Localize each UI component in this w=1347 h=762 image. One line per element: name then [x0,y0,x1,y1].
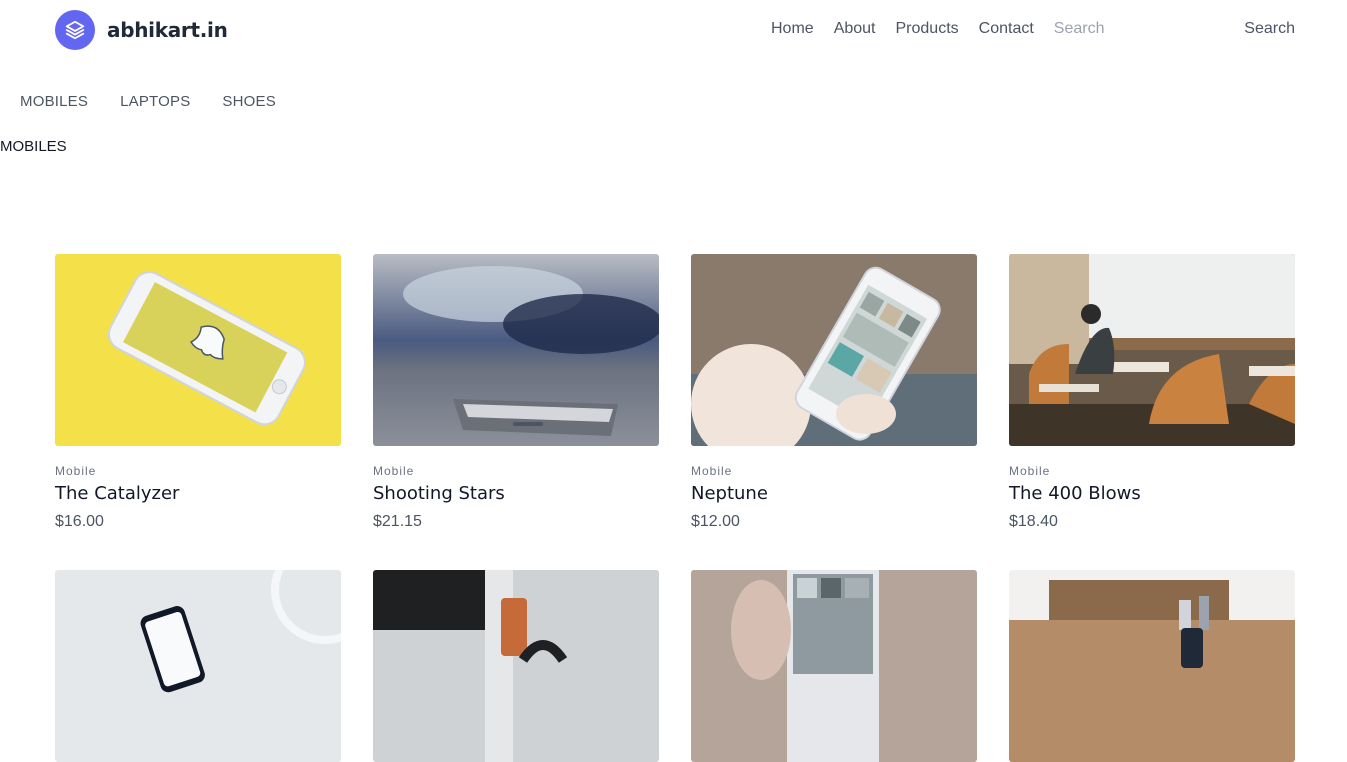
search-input[interactable] [1053,20,1234,38]
product-price: $12.00 [691,513,740,530]
product-card[interactable] [373,570,659,762]
brand-name: abhikart.in [107,18,228,42]
category-tabs: MOBILES LAPTOPS SHOES [20,93,308,110]
product-price: $18.40 [1009,513,1058,530]
product-title[interactable]: The 400 Blows [1009,483,1295,504]
nav-link-products[interactable]: Products [896,20,959,38]
brand-logo[interactable]: abhikart.in [55,10,228,50]
product-title[interactable]: Neptune [691,483,977,504]
search-button[interactable]: Search [1244,20,1295,38]
product-image[interactable] [1009,570,1295,762]
product-category: Mobile [373,464,415,478]
product-category: Mobile [691,464,733,478]
product-title[interactable]: Shooting Stars [373,483,659,504]
product-card[interactable]: Mobile The 400 Blows $18.40 [1009,254,1295,531]
product-price: $21.15 [373,513,422,530]
nav-link-home[interactable]: Home [771,20,814,38]
product-image[interactable] [55,570,341,762]
tab-shoes[interactable]: SHOES [222,93,276,110]
nav-link-contact[interactable]: Contact [979,20,1034,38]
product-category: Mobile [55,464,97,478]
product-image[interactable] [691,570,977,762]
product-image[interactable] [373,570,659,762]
product-card[interactable] [55,570,341,762]
product-image[interactable] [55,254,341,446]
product-card[interactable]: Mobile Neptune $12.00 [691,254,977,531]
site-header: abhikart.in Home About Products Contact … [0,0,1347,62]
nav-link-about[interactable]: About [834,20,876,38]
main-nav: Home About Products Contact [771,20,1234,38]
product-title[interactable]: The Catalyzer [55,483,341,504]
product-image[interactable] [1009,254,1295,446]
product-category: Mobile [1009,464,1051,478]
section-title: MOBILES [0,138,67,155]
tab-mobiles[interactable]: MOBILES [20,93,88,110]
product-image[interactable] [691,254,977,446]
product-card[interactable] [1009,570,1295,762]
product-card[interactable] [691,570,977,762]
layers-icon [55,10,95,50]
product-card[interactable]: Mobile Shooting Stars $21.15 [373,254,659,531]
tab-laptops[interactable]: LAPTOPS [120,93,190,110]
product-image[interactable] [373,254,659,446]
product-card[interactable]: Mobile The Catalyzer $16.00 [55,254,341,531]
product-price: $16.00 [55,513,104,530]
